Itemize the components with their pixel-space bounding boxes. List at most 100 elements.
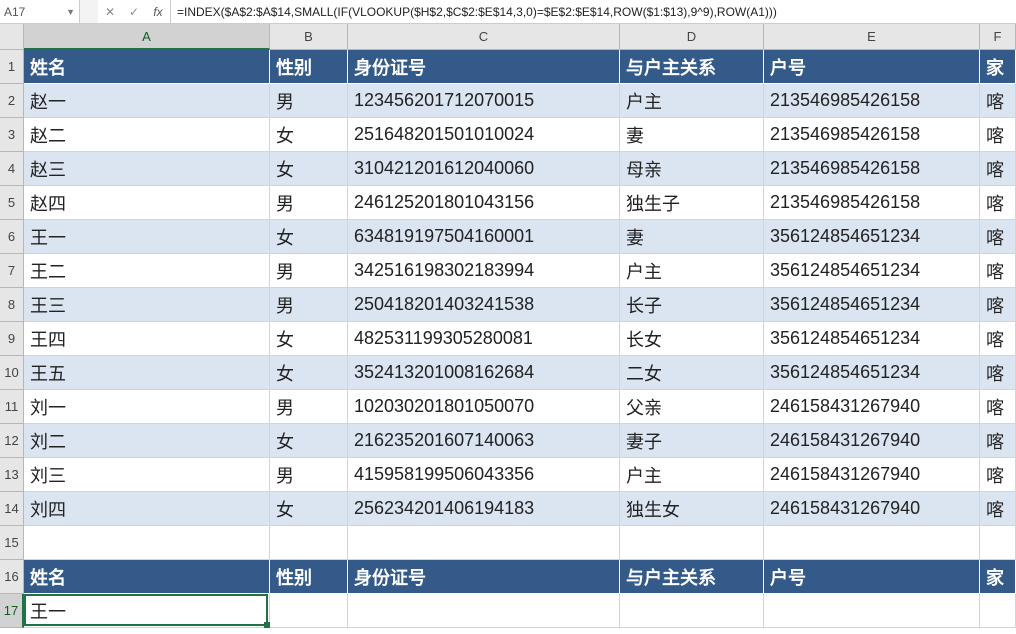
cell[interactable]: 251648201501010024 (348, 118, 620, 152)
cell[interactable]: 赵一 (24, 84, 270, 118)
cell[interactable]: 喀 (980, 492, 1016, 526)
col-header-A[interactable]: A (24, 24, 270, 50)
cell[interactable]: 喀 (980, 152, 1016, 186)
cell[interactable]: 刘四 (24, 492, 270, 526)
cell[interactable]: 王五 (24, 356, 270, 390)
insert-function-button[interactable]: fx (146, 5, 170, 19)
row-header[interactable]: 10 (0, 356, 24, 390)
spreadsheet-grid[interactable]: A B C D E F 1 姓名 性别 身份证号 与户主关系 户号 家 2赵一男… (0, 24, 1016, 634)
row-header[interactable]: 8 (0, 288, 24, 322)
cell[interactable]: 356124854651234 (764, 322, 980, 356)
row-header[interactable]: 7 (0, 254, 24, 288)
cell[interactable]: 喀 (980, 254, 1016, 288)
cell[interactable]: 王三 (24, 288, 270, 322)
cell[interactable]: 女 (270, 322, 348, 356)
cell[interactable]: 王一 (24, 220, 270, 254)
cell[interactable]: 310421201612040060 (348, 152, 620, 186)
cell[interactable]: 342516198302183994 (348, 254, 620, 288)
cell[interactable]: 男 (270, 458, 348, 492)
cell[interactable]: 482531199305280081 (348, 322, 620, 356)
cell[interactable]: 213546985426158 (764, 186, 980, 220)
cell[interactable]: 352413201008162684 (348, 356, 620, 390)
cell[interactable]: 246158431267940 (764, 424, 980, 458)
row-header[interactable]: 14 (0, 492, 24, 526)
cell[interactable]: 415958199506043356 (348, 458, 620, 492)
hdr2-id[interactable]: 身份证号 (348, 560, 620, 594)
select-all-corner[interactable] (0, 24, 24, 50)
name-box[interactable]: A17 ▼ (0, 0, 80, 23)
cell[interactable]: 女 (270, 152, 348, 186)
cell[interactable]: 256234201406194183 (348, 492, 620, 526)
cell[interactable]: 男 (270, 84, 348, 118)
row-header[interactable]: 11 (0, 390, 24, 424)
cell[interactable] (270, 594, 348, 628)
cell[interactable] (764, 526, 980, 560)
cell[interactable]: 250418201403241538 (348, 288, 620, 322)
cell[interactable]: 356124854651234 (764, 220, 980, 254)
cell[interactable] (980, 526, 1016, 560)
hdr-hhno[interactable]: 户号 (764, 50, 980, 84)
cell[interactable]: 女 (270, 220, 348, 254)
hdr-extra[interactable]: 家 (980, 50, 1016, 84)
cell[interactable]: 妻 (620, 220, 764, 254)
cancel-formula-button[interactable]: ✕ (98, 5, 122, 19)
cell[interactable]: 356124854651234 (764, 254, 980, 288)
cell[interactable]: 喀 (980, 186, 1016, 220)
cell[interactable]: 赵三 (24, 152, 270, 186)
cell[interactable]: 妻子 (620, 424, 764, 458)
row-header[interactable]: 9 (0, 322, 24, 356)
hdr2-hhno[interactable]: 户号 (764, 560, 980, 594)
cell[interactable]: 刘二 (24, 424, 270, 458)
cell[interactable] (764, 594, 980, 628)
cell[interactable]: 123456201712070015 (348, 84, 620, 118)
cell[interactable] (270, 526, 348, 560)
cell[interactable]: 赵四 (24, 186, 270, 220)
cell[interactable] (620, 526, 764, 560)
cell[interactable]: 356124854651234 (764, 356, 980, 390)
cell[interactable]: 王二 (24, 254, 270, 288)
active-cell-A17[interactable]: 王一 (24, 594, 270, 628)
cell[interactable]: 王四 (24, 322, 270, 356)
hdr-id[interactable]: 身份证号 (348, 50, 620, 84)
col-header-E[interactable]: E (764, 24, 980, 50)
cell[interactable]: 户主 (620, 84, 764, 118)
confirm-formula-button[interactable]: ✓ (122, 5, 146, 19)
hdr2-extra[interactable]: 家 (980, 560, 1016, 594)
cell[interactable]: 喀 (980, 322, 1016, 356)
cell[interactable] (24, 526, 270, 560)
col-header-C[interactable]: C (348, 24, 620, 50)
row-header[interactable]: 4 (0, 152, 24, 186)
cell[interactable]: 喀 (980, 118, 1016, 152)
cell[interactable] (620, 594, 764, 628)
cell[interactable]: 长女 (620, 322, 764, 356)
cell[interactable]: 刘一 (24, 390, 270, 424)
cell[interactable]: 赵二 (24, 118, 270, 152)
cell[interactable]: 喀 (980, 288, 1016, 322)
cell[interactable]: 刘三 (24, 458, 270, 492)
cell[interactable]: 女 (270, 356, 348, 390)
cell[interactable]: 二女 (620, 356, 764, 390)
cell[interactable]: 独生女 (620, 492, 764, 526)
hdr2-gender[interactable]: 性别 (270, 560, 348, 594)
row-header-17[interactable]: 17 (0, 594, 24, 628)
row-header[interactable]: 2 (0, 84, 24, 118)
cell[interactable]: 216235201607140063 (348, 424, 620, 458)
col-header-B[interactable]: B (270, 24, 348, 50)
cell[interactable]: 246158431267940 (764, 390, 980, 424)
cell[interactable]: 男 (270, 254, 348, 288)
cell[interactable]: 喀 (980, 220, 1016, 254)
cell[interactable]: 男 (270, 186, 348, 220)
hdr-gender[interactable]: 性别 (270, 50, 348, 84)
row-header[interactable]: 12 (0, 424, 24, 458)
cell[interactable] (348, 594, 620, 628)
cell[interactable]: 女 (270, 118, 348, 152)
chevron-down-icon[interactable]: ▼ (66, 7, 75, 17)
hdr-name[interactable]: 姓名 (24, 50, 270, 84)
cell[interactable] (980, 594, 1016, 628)
row-header[interactable]: 13 (0, 458, 24, 492)
cell[interactable]: 户主 (620, 458, 764, 492)
cell[interactable]: 喀 (980, 356, 1016, 390)
hdr-rel[interactable]: 与户主关系 (620, 50, 764, 84)
cell[interactable]: 女 (270, 424, 348, 458)
cell[interactable]: 妻 (620, 118, 764, 152)
